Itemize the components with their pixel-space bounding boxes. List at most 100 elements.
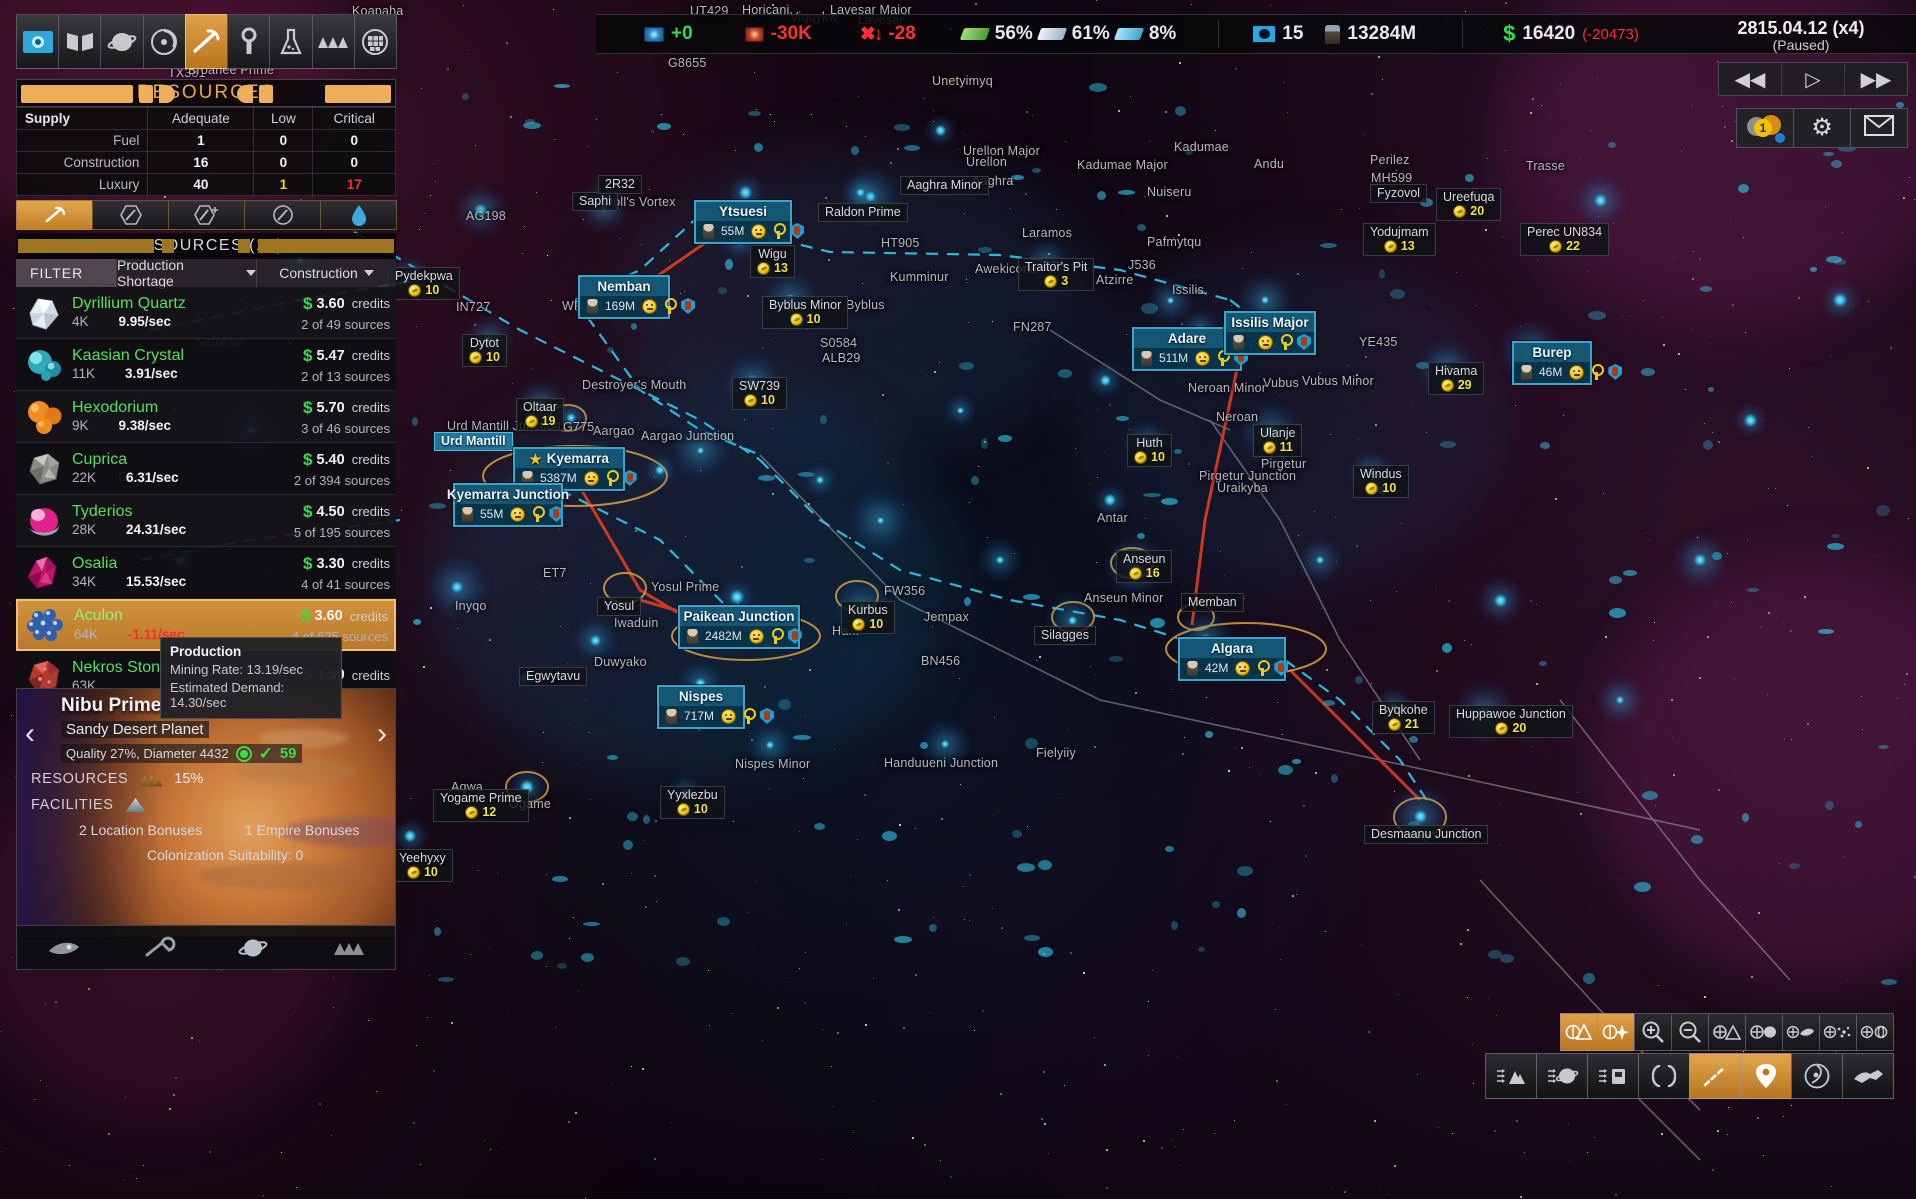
- colony-card[interactable]: Algara42M: [1178, 637, 1286, 681]
- system-plate[interactable]: Perec UN83422: [1520, 223, 1609, 256]
- system-plate[interactable]: Huth10: [1127, 434, 1172, 467]
- system-plate[interactable]: Yogame Prime12: [433, 789, 529, 822]
- system-plate[interactable]: Saphi: [572, 192, 618, 211]
- resources-panel[interactable]: RESOURCES Supply Adequate Low Critical F…: [16, 14, 396, 703]
- jump-to-planet-button[interactable]: [1536, 1053, 1588, 1099]
- range-rings-toggle[interactable]: [1560, 1013, 1598, 1051]
- system-plate[interactable]: 2R32: [598, 175, 642, 194]
- system-plate[interactable]: Huppawoe Junction20: [1449, 705, 1573, 738]
- system-plate[interactable]: Aaghra Minor: [900, 176, 989, 195]
- system-plate[interactable]: Ulanje11: [1253, 424, 1302, 457]
- zoom-planet-button[interactable]: [1745, 1013, 1783, 1051]
- system-plate[interactable]: Fyzovol: [1370, 184, 1427, 203]
- subtab-mining-hex[interactable]: [92, 200, 169, 230]
- colony-card[interactable]: Nemban169M: [578, 275, 670, 319]
- hyperlanes-toggle-button[interactable]: [1689, 1053, 1741, 1099]
- planet-icon-button[interactable]: [226, 931, 280, 965]
- jump-to-empire-button[interactable]: [1485, 1053, 1537, 1099]
- tab-construction[interactable]: [227, 14, 270, 69]
- colony-card[interactable]: Paikean Junction2482M: [678, 605, 800, 649]
- system-plate[interactable]: Urd Mantill: [434, 432, 513, 451]
- tab-research[interactable]: [269, 14, 312, 69]
- speed-slower-button[interactable]: ◀◀: [1719, 63, 1782, 95]
- zoom-debris-button[interactable]: [1819, 1013, 1857, 1051]
- colony-card[interactable]: Issilis Major: [1224, 311, 1316, 355]
- tab-components[interactable]: [354, 14, 397, 69]
- system-plate[interactable]: Yeehyxy10: [392, 849, 453, 882]
- zoom-system-button[interactable]: [1856, 1013, 1894, 1051]
- select-brackets-button[interactable]: [1638, 1053, 1690, 1099]
- system-plate[interactable]: Raldon Prime: [818, 203, 908, 222]
- resource-row[interactable]: Hexodorium9K9.38/sec$5.70credits3 of 46 …: [16, 391, 396, 443]
- filter-row[interactable]: FILTER Production Shortage Construction: [16, 259, 396, 287]
- system-plate[interactable]: Anseun16: [1116, 550, 1172, 583]
- system-plate[interactable]: Byblus Minor10: [762, 296, 848, 329]
- resource-row[interactable]: Tyderios28K24.31/sec$4.50credits5 of 195…: [16, 495, 396, 547]
- system-plate[interactable]: Yyxlezbu10: [660, 786, 725, 819]
- planet-info-panel[interactable]: ‹ › Nibu Prime 2 Sandy Desert Planet Qua…: [16, 688, 396, 937]
- system-plate[interactable]: SW73910: [732, 377, 787, 410]
- planet-next-button[interactable]: ›: [377, 719, 387, 749]
- subtab-mining-hex-add[interactable]: [168, 200, 245, 230]
- system-plate[interactable]: Hivama29: [1428, 362, 1484, 395]
- wrench-icon-button[interactable]: [132, 931, 186, 965]
- tab-exploration[interactable]: [143, 14, 186, 69]
- zoom-toolbar[interactable]: [1561, 1013, 1894, 1051]
- range-sparkle-toggle[interactable]: [1597, 1013, 1635, 1051]
- colony-card[interactable]: Kyemarra Junction55M: [453, 483, 563, 527]
- troops-icon-button[interactable]: [321, 931, 375, 965]
- jump-to-cargo-button[interactable]: [1587, 1053, 1639, 1099]
- subtab-gas-droplet[interactable]: [320, 200, 397, 230]
- system-plate[interactable]: Oltaar19: [516, 398, 564, 431]
- planet-prev-button[interactable]: ‹: [25, 719, 35, 749]
- speed-controls[interactable]: ◀◀ ▷ ▶▶: [1718, 62, 1908, 96]
- tab-diplomacy[interactable]: [58, 14, 101, 69]
- ship-icon-button[interactable]: [37, 931, 91, 965]
- system-plate[interactable]: Memban: [1181, 593, 1244, 612]
- header-buttons[interactable]: 1 ⚙: [1737, 108, 1908, 148]
- zoom-in-button[interactable]: [1634, 1013, 1672, 1051]
- system-plate[interactable]: Pydekpwa10: [388, 267, 460, 300]
- system-plate[interactable]: Wigu13: [750, 245, 795, 278]
- system-plate[interactable]: Dytot10: [462, 334, 507, 367]
- system-plate[interactable]: Yodujmam13: [1363, 223, 1436, 256]
- resource-row[interactable]: Cuprica22K6.31/sec$5.40credits2 of 394 s…: [16, 443, 396, 495]
- resource-row[interactable]: Kaasian Crystal11K3.91/sec$5.47credits2 …: [16, 339, 396, 391]
- zoom-out-button[interactable]: [1671, 1013, 1709, 1051]
- subtab-mining-pick[interactable]: [16, 200, 93, 230]
- filter-dropdown-shortage[interactable]: Production Shortage: [116, 259, 256, 287]
- resource-row[interactable]: Osalia34K15.53/sec$3.30credits4 of 41 so…: [16, 547, 396, 599]
- zoom-fit-range-button[interactable]: [1708, 1013, 1746, 1051]
- speed-play-button[interactable]: ▷: [1782, 63, 1845, 95]
- system-plate[interactable]: Egwytavu: [519, 667, 587, 686]
- main-tab-strip[interactable]: [16, 14, 396, 69]
- map-mode-toolbar[interactable]: [1486, 1053, 1894, 1099]
- system-plate[interactable]: Kurbus10: [841, 601, 895, 634]
- system-plate[interactable]: Desmaanu Junction: [1364, 825, 1488, 844]
- system-plate[interactable]: Silagges: [1034, 626, 1096, 645]
- colony-card[interactable]: Burep46M: [1512, 341, 1592, 385]
- subtab-mining-circle[interactable]: [244, 200, 321, 230]
- territory-toggle-button[interactable]: [1740, 1053, 1792, 1099]
- planet-action-bar[interactable]: [16, 925, 396, 970]
- diplomacy-view-button[interactable]: [1842, 1053, 1894, 1099]
- galaxy-view-button[interactable]: [1791, 1053, 1843, 1099]
- zoom-ships-button[interactable]: [1782, 1013, 1820, 1051]
- system-plate[interactable]: Traitor's Pit3: [1018, 258, 1094, 291]
- system-plate[interactable]: Windus10: [1353, 465, 1409, 498]
- colony-card[interactable]: Ytsuesi55M: [694, 200, 792, 244]
- settings-button[interactable]: ⚙: [1793, 108, 1851, 148]
- messages-button[interactable]: 1: [1736, 108, 1794, 148]
- mail-button[interactable]: [1850, 108, 1908, 148]
- tab-fleets[interactable]: [312, 14, 355, 69]
- tab-resources-mining[interactable]: [185, 14, 228, 69]
- mining-sub-tabs[interactable]: [16, 200, 396, 230]
- system-plate[interactable]: Ureefuqa20: [1436, 188, 1501, 221]
- system-plate[interactable]: Yosul: [597, 597, 641, 616]
- speed-faster-button[interactable]: ▶▶: [1845, 63, 1907, 95]
- colony-card[interactable]: Nispes717M: [657, 685, 745, 729]
- system-plate[interactable]: Byqkohe21: [1372, 701, 1435, 734]
- filter-dropdown-category[interactable]: Construction: [256, 259, 396, 287]
- tab-colonies[interactable]: [100, 14, 143, 69]
- resource-row[interactable]: Dyrillium Quartz4K9.95/sec$3.60credits2 …: [16, 287, 396, 339]
